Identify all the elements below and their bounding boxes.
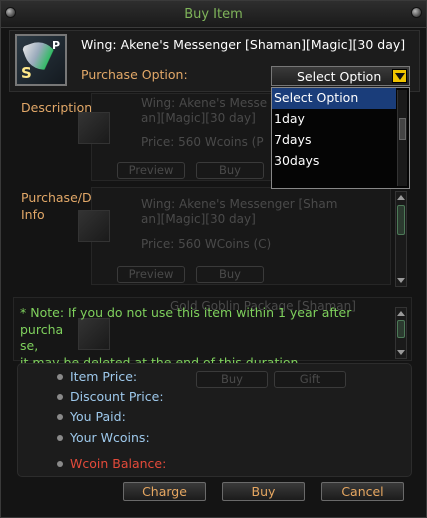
corner-stud-icon xyxy=(411,7,422,18)
price-summary-panel: Buy Gift Item Price: Discount Price: You… xyxy=(17,363,412,477)
buy-button[interactable]: Buy xyxy=(222,482,305,501)
note-scrollbar[interactable] xyxy=(395,307,407,359)
ghost-text: Price: 560 WCoins (C) xyxy=(141,237,272,251)
ghost-item-icon xyxy=(78,112,110,144)
item-name: Wing: Akene's Messenger [Shaman][Magic][… xyxy=(81,37,406,52)
discount-scrollbar[interactable] xyxy=(395,191,407,287)
discount-price-row: Discount Price: xyxy=(57,389,164,404)
ghost-buy-button: Buy xyxy=(196,266,264,283)
ghost-preview-button: Preview xyxy=(117,266,185,283)
wcoin-balance-label: Wcoin Balance: xyxy=(70,456,167,471)
wing-item-icon: P S xyxy=(15,34,67,86)
note-line: se, xyxy=(20,338,39,353)
bullet-icon xyxy=(57,374,63,380)
shaman-badge: S xyxy=(21,64,32,82)
ghost-text: Price: 560 Wcoins (P xyxy=(141,135,264,149)
scroll-up-icon[interactable] xyxy=(397,194,405,201)
scroll-down-icon[interactable] xyxy=(397,349,405,356)
discount-info-panel: Wing: Akene's Messenger [Sham an][Magic]… xyxy=(78,187,391,285)
your-wcoins-row: Your Wcoins: xyxy=(57,430,150,445)
dropdown-scrollbar[interactable] xyxy=(397,90,407,186)
bullet-icon xyxy=(57,414,63,420)
purchase-option-value: Select Option xyxy=(297,69,382,84)
purchase-option-dropdown[interactable]: Select Option 1day 7days 30days xyxy=(271,87,410,189)
scroll-down-icon[interactable] xyxy=(397,277,405,284)
option-7days[interactable]: 7days xyxy=(272,130,396,151)
ghost-text: an][Magic][30 day] xyxy=(141,212,256,226)
note-line: * Note: If you do not use this item with… xyxy=(20,305,352,337)
your-wcoins-label: Your Wcoins: xyxy=(70,430,150,445)
option-1day[interactable]: 1day xyxy=(272,109,396,130)
chevron-down-icon[interactable] xyxy=(392,69,407,83)
buy-item-window: Buy Item P S Wing: Akene's Messenger [Sh… xyxy=(0,0,427,518)
ghost-buy-button: Buy xyxy=(196,371,268,388)
purchase-option-label: Purchase Option: xyxy=(81,67,188,82)
option-30days[interactable]: 30days xyxy=(272,151,396,172)
option-select-option[interactable]: Select Option xyxy=(272,88,396,109)
ghost-buy-button: Buy xyxy=(196,162,264,179)
bullet-icon xyxy=(57,435,63,441)
bullet-icon xyxy=(57,394,63,400)
wcoin-balance-row: Wcoin Balance: xyxy=(57,456,167,471)
bullet-icon xyxy=(57,461,63,467)
ghost-gift-button: Gift xyxy=(274,371,346,388)
ghost-item-icon xyxy=(78,210,110,242)
premium-badge: P xyxy=(51,39,60,52)
item-price-label: Item Price: xyxy=(70,369,138,384)
title-bar[interactable]: Buy Item xyxy=(1,1,426,28)
ghost-text: an][Magic][30 day] xyxy=(141,111,256,125)
scroll-up-icon[interactable] xyxy=(397,310,405,317)
scroll-thumb[interactable] xyxy=(399,118,406,140)
purchase-option-select[interactable]: Select Option xyxy=(271,66,410,86)
corner-stud-icon xyxy=(5,7,16,18)
scroll-thumb[interactable] xyxy=(397,205,405,235)
scroll-thumb[interactable] xyxy=(397,320,405,338)
ghost-text: Wing: Akene's Messe xyxy=(141,96,268,110)
you-paid-label: You Paid: xyxy=(70,409,126,424)
charge-button[interactable]: Charge xyxy=(123,482,206,501)
you-paid-row: You Paid: xyxy=(57,409,126,424)
window-title: Buy Item xyxy=(184,7,243,22)
note-text: * Note: If you do not use this item with… xyxy=(13,305,392,371)
ghost-preview-button: Preview xyxy=(117,162,185,179)
ghost-text: Wing: Akene's Messenger [Sham xyxy=(141,197,338,211)
item-price-row: Item Price: xyxy=(57,369,138,384)
cancel-button[interactable]: Cancel xyxy=(321,482,404,501)
discount-price-label: Discount Price: xyxy=(70,389,164,404)
